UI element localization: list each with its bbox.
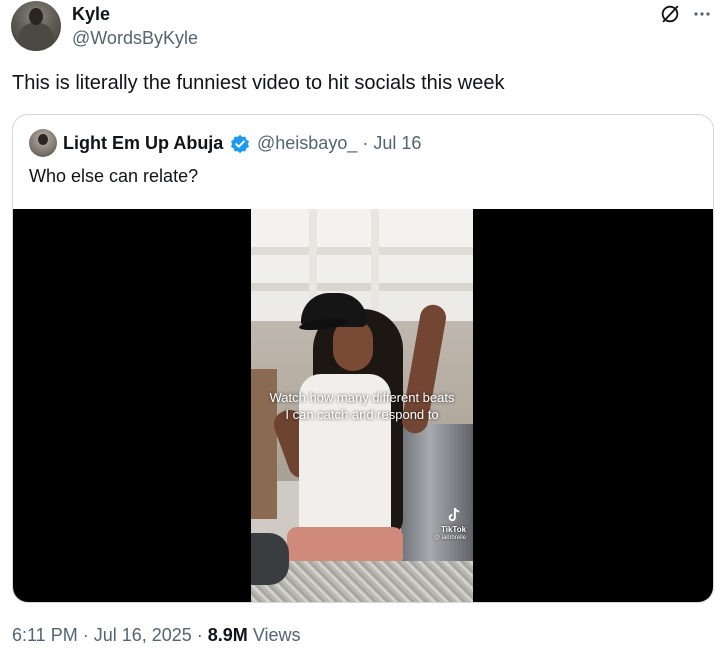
quoted-text: Who else can relate?: [29, 166, 199, 186]
tiktok-watermark-user: @ iambrelle: [434, 535, 467, 541]
video-frame: Watch how many different beats I can cat…: [251, 209, 473, 602]
timestamp[interactable]: 6:11 PM · Jul 16, 2025 ·: [12, 625, 208, 645]
quoted-tweet[interactable]: Light Em Up Abuja @heisbayo_ · Jul 16 Wh…: [12, 114, 714, 603]
grok-icon[interactable]: [659, 3, 681, 25]
quoted-avatar-head: [38, 134, 48, 145]
tweet-text: This is literally the funniest video to …: [12, 72, 505, 94]
tiktok-icon: [448, 507, 460, 522]
views-count: 8.9M: [207, 625, 248, 645]
tweet-card[interactable]: Kyle @WordsByKyle This is literally the …: [0, 0, 716, 650]
more-icon[interactable]: [693, 5, 711, 23]
avatar-head: [29, 8, 43, 25]
quoted-handle-date[interactable]: @heisbayo_ · Jul 16: [257, 133, 421, 154]
author-avatar[interactable]: [11, 1, 61, 51]
video-fridge: [401, 424, 473, 574]
quoted-author-avatar[interactable]: [29, 129, 57, 157]
video-player[interactable]: Watch how many different beats I can cat…: [13, 209, 713, 602]
video-caption: Watch how many different beats I can cat…: [251, 389, 473, 423]
author-display-name[interactable]: Kyle: [72, 4, 110, 25]
views-label: Views: [247, 625, 301, 645]
verified-badge-icon: [231, 134, 249, 154]
video-bowl: [251, 533, 289, 585]
video-caption-line2: I can catch and respond to: [285, 407, 439, 422]
author-handle[interactable]: @WordsByKyle: [72, 28, 198, 49]
tiktok-watermark-label: TikTok: [441, 525, 467, 534]
video-ceiling: [251, 209, 473, 321]
tweet-meta: 6:11 PM · Jul 16, 2025 · 8.9M Views: [12, 625, 301, 646]
quoted-display-name[interactable]: Light Em Up Abuja: [63, 133, 223, 154]
avatar-figure: [19, 23, 53, 51]
video-caption-line1: Watch how many different beats: [269, 390, 455, 405]
